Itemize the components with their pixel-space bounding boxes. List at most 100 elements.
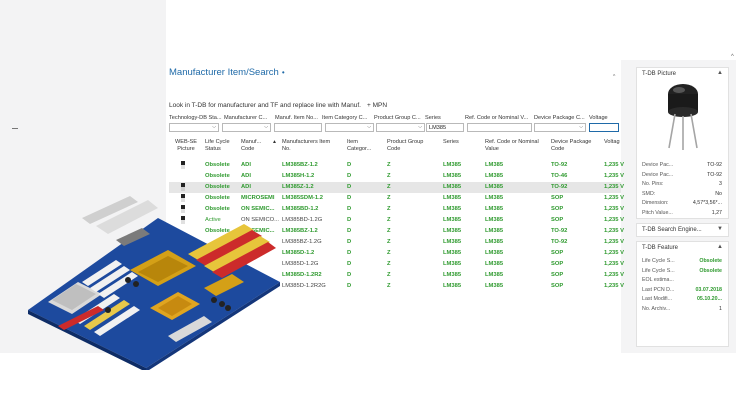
chevron-down-icon: ⌵ xyxy=(367,124,371,130)
cell-item-category: D xyxy=(347,283,352,289)
filter-item-no-input[interactable] xyxy=(274,123,322,132)
spec-value: 05.10.20... xyxy=(696,296,722,302)
hint-text[interactable]: Look in T-DB for manufacturer and TF and… xyxy=(169,102,361,109)
table-row[interactable]: Obsolete ADI LM385BZ-1.2 D Z LM385 LM385 TO-92 1… xyxy=(169,160,624,171)
cell-series: LM385 xyxy=(443,217,462,223)
filter-label-item-category: Item Category C... xyxy=(322,115,368,121)
cell-ref-code: LM385 xyxy=(485,195,504,201)
cell-voltage: 1,235 V xyxy=(604,217,624,223)
spec-key: Device Pac... xyxy=(642,162,674,168)
filter-label-series: Series xyxy=(425,115,441,121)
page-title[interactable]: Manufacturer Item/Search • xyxy=(169,67,285,78)
cell-product-group-code: Z xyxy=(387,206,391,212)
cell-manufacturers-item-no[interactable]: LM385SDM-1.2 xyxy=(282,195,323,201)
divider xyxy=(12,128,18,129)
tdb-search-engine-panel: T-DB Search Engine... ▼ xyxy=(636,223,729,237)
header-item-category[interactable]: Item Categor... xyxy=(347,139,381,152)
table-row[interactable]: Obsolete ADI LM385H-1.2 D Z LM385 LM385 TO-46 1,… xyxy=(169,171,624,182)
filter-label-ref-code: Ref. Code or Nominal V... xyxy=(465,115,529,121)
cell-device-package-code: SOP xyxy=(551,261,564,267)
cell-life-cycle-status: Obsolete xyxy=(205,173,230,179)
filter-device-package-select[interactable]: ⌵ xyxy=(534,123,586,132)
cell-manuf-code: ADI xyxy=(241,162,251,168)
cell-ref-code: LM385 xyxy=(485,283,504,289)
cell-device-package-code: SOP xyxy=(551,250,564,256)
cell-ref-code: LM385 xyxy=(485,272,504,278)
cell-ref-code: LM385 xyxy=(485,162,504,168)
spec-value: TO-92 xyxy=(707,162,722,168)
collapse-caret-icon[interactable]: ▲ xyxy=(717,244,723,250)
cell-item-category: D xyxy=(347,162,352,168)
page-scrollbar[interactable]: ^ xyxy=(731,54,736,353)
sort-ascending-icon[interactable]: ▲ xyxy=(272,139,282,146)
component-thumbnail xyxy=(181,161,185,169)
header-web-se-picture[interactable]: WEB-SE Picture xyxy=(173,139,199,152)
spec-key: Last Modifi... xyxy=(642,296,673,302)
cell-product-group-code: Z xyxy=(387,261,391,267)
filter-item-category-select[interactable]: ⌵ xyxy=(325,123,374,132)
cell-series: LM385 xyxy=(443,250,462,256)
cell-voltage: 1,235 V xyxy=(604,228,624,234)
filter-series-value: LM385 xyxy=(429,125,447,131)
chevron-down-icon: ⌵ xyxy=(264,124,268,130)
cell-product-group-code: Z xyxy=(387,250,391,256)
cell-device-package-code: TO-92 xyxy=(551,162,568,168)
header-device-package-code[interactable]: Device Package Code xyxy=(551,139,599,152)
header-manuf-code[interactable]: Manuf... Code xyxy=(241,139,269,152)
cell-item-category: D xyxy=(347,228,352,234)
expand-caret-icon[interactable]: ▼ xyxy=(717,226,723,232)
cell-manufacturers-item-no[interactable]: LM385H-1.2 xyxy=(282,173,314,179)
cell-product-group-code: Z xyxy=(387,283,391,289)
collapse-caret-icon[interactable]: ▲ xyxy=(717,70,723,76)
spec-value: 1 xyxy=(719,305,722,312)
cell-device-package-code: SOP xyxy=(551,283,564,289)
spec-key: Last PCN D... xyxy=(642,286,675,293)
filter-manufacturer-select[interactable]: ⌵ xyxy=(222,123,271,132)
header-ref-code[interactable]: Ref. Code or Nominal Value xyxy=(485,139,547,152)
tdb-feature-title[interactable]: T-DB Feature xyxy=(642,245,678,251)
cell-item-category: D xyxy=(347,272,352,278)
header-manufacturers-item-no[interactable]: Manufacturers Item No. xyxy=(282,139,338,152)
filter-ref-code-input[interactable] xyxy=(467,123,532,132)
cell-manufacturers-item-no[interactable]: LM385D-1.2R2G xyxy=(282,283,326,289)
tdb-feature-panel: T-DB Feature ▲ Life Cycle S... Obsolete Li… xyxy=(636,241,729,347)
tdb-picture-title[interactable]: T-DB Picture xyxy=(642,71,676,77)
cell-item-category: D xyxy=(347,250,352,256)
page-title-text: Manufacturer Item/Search xyxy=(169,67,279,78)
scroll-up-icon[interactable]: ^ xyxy=(613,74,615,80)
cell-series: LM385 xyxy=(443,261,462,267)
chevron-down-icon: ⌵ xyxy=(579,124,583,130)
grid-scrollbar[interactable]: ^ xyxy=(613,65,619,195)
spec-value: 1,27 xyxy=(711,209,722,216)
cell-ref-code: LM385 xyxy=(485,173,504,179)
spec-key: Dimension: xyxy=(642,200,669,206)
filter-product-group-select[interactable]: ⌵ xyxy=(376,123,425,132)
header-series[interactable]: Series xyxy=(443,139,473,146)
cell-voltage: 1,235 V xyxy=(604,206,624,212)
cell-item-category: D xyxy=(347,206,352,212)
cell-item-category: D xyxy=(347,261,352,267)
cell-product-group-code: Z xyxy=(387,162,391,168)
cell-series: LM385 xyxy=(443,239,462,245)
hint-mpn[interactable]: + MPN xyxy=(367,102,387,109)
cell-manufacturers-item-no[interactable]: LM385BD-1.2G xyxy=(282,217,322,223)
action-hint[interactable]: Look in T-DB for manufacturer and TF and… xyxy=(169,102,387,109)
cell-device-package-code: SOP xyxy=(551,206,564,212)
tdb-search-engine-title[interactable]: T-DB Search Engine... xyxy=(642,227,702,233)
header-life-cycle-status[interactable]: Life Cycle Status xyxy=(205,139,235,152)
spec-value: Obsolete xyxy=(699,258,722,264)
cell-ref-code: LM385 xyxy=(485,239,504,245)
cell-device-package-code: SOP xyxy=(551,272,564,278)
cell-series: LM385 xyxy=(443,228,462,234)
header-product-group-code[interactable]: Product Group Code xyxy=(387,139,435,152)
filter-label-voltage: Voltage xyxy=(589,115,608,121)
scroll-up-icon[interactable]: ^ xyxy=(731,54,734,60)
cell-manufacturers-item-no[interactable]: LM385BZ-1.2 xyxy=(282,162,318,168)
tdb-picture-panel: T-DB Picture ▲ Device Pac... TO-92 Device … xyxy=(636,67,729,219)
filter-series-input[interactable]: LM385 xyxy=(426,123,464,132)
cell-ref-code: LM385 xyxy=(485,250,504,256)
title-caret-icon[interactable]: • xyxy=(282,68,285,77)
filter-tdb-status-select[interactable]: ⌵ xyxy=(169,123,219,132)
filter-label-item-no: Manuf. Item No... xyxy=(275,115,318,121)
chevron-down-icon: ⌵ xyxy=(418,124,422,130)
